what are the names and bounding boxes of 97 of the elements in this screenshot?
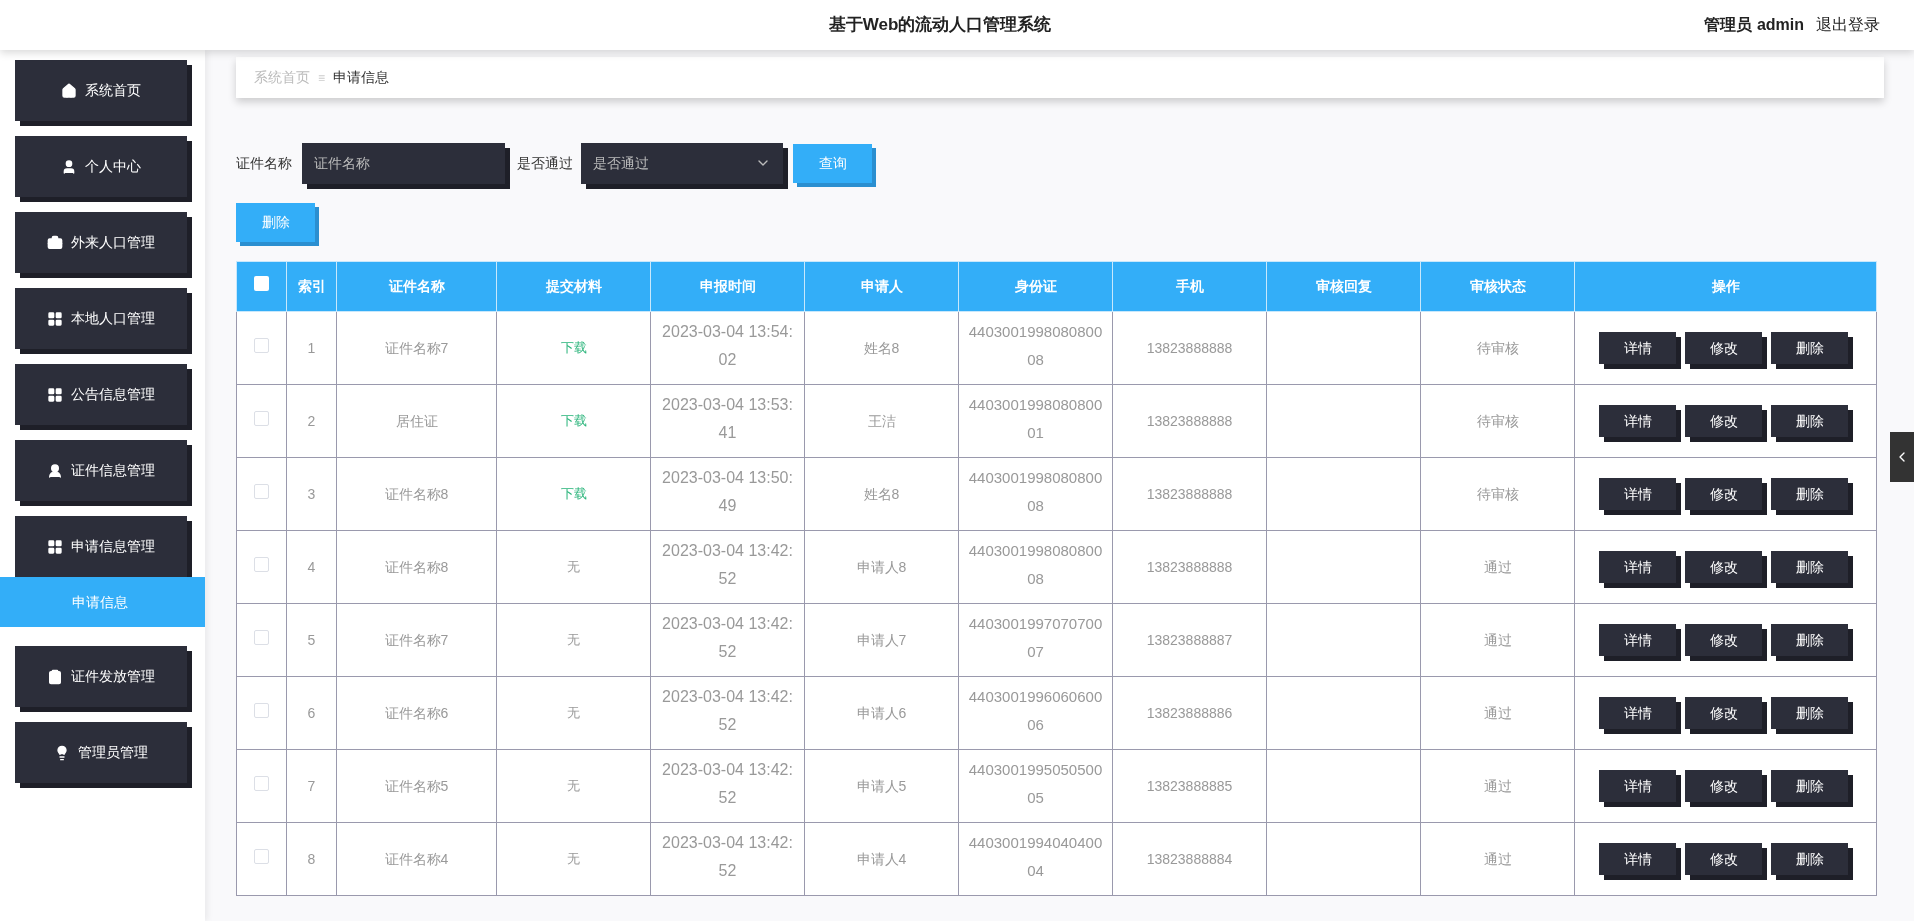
checkbox[interactable] bbox=[254, 556, 269, 572]
table-cell: 440300199707070007 bbox=[958, 603, 1113, 677]
checkbox[interactable] bbox=[254, 483, 269, 499]
grid-icon bbox=[47, 538, 63, 555]
table-cell: 姓名8 bbox=[804, 311, 959, 385]
column-header: 申请人 bbox=[804, 261, 959, 312]
table-cell: 通过 bbox=[1420, 530, 1575, 604]
table-cell: 申请人4 bbox=[804, 822, 959, 896]
table-cell: 证件名称8 bbox=[336, 530, 497, 604]
table-cell: 13823888888 bbox=[1112, 530, 1267, 604]
table-cell: 证件名称6 bbox=[336, 676, 497, 750]
table-cell: 居住证 bbox=[336, 384, 497, 458]
table-cell: 2023-03-04 13:54:02 bbox=[650, 311, 805, 385]
table-cell: 申请人5 bbox=[804, 749, 959, 823]
table-cell: 8 bbox=[286, 822, 337, 896]
column-header: 提交材料 bbox=[496, 261, 651, 312]
table-cell: 通过 bbox=[1420, 822, 1575, 896]
table-cell: 无 bbox=[567, 778, 580, 794]
checkbox[interactable] bbox=[254, 276, 269, 291]
table-cell: 13823888887 bbox=[1112, 603, 1267, 677]
table-cell: 待审核 bbox=[1420, 384, 1575, 458]
table-cell: 申请人6 bbox=[804, 676, 959, 750]
checkbox[interactable] bbox=[254, 702, 269, 718]
table-cell: 2023-03-04 13:42:52 bbox=[650, 530, 805, 604]
table-cell: 2023-03-04 13:50:49 bbox=[650, 457, 805, 531]
table-cell: 无 bbox=[567, 632, 580, 648]
table-cell: 证件名称7 bbox=[336, 311, 497, 385]
field-label: 证件名称 bbox=[236, 153, 292, 173]
table-cell: 13823888886 bbox=[1112, 676, 1267, 750]
table-cell: 440300199808080001 bbox=[958, 384, 1113, 458]
lightbulb-icon bbox=[54, 744, 70, 761]
table-cell: 3 bbox=[286, 457, 337, 531]
home-icon bbox=[61, 82, 77, 99]
table-cell: 5 bbox=[286, 603, 337, 677]
table-cell: 2023-03-04 13:53:41 bbox=[650, 384, 805, 458]
field-label: 是否通过 bbox=[517, 153, 573, 173]
table-cell: 440300199808080008 bbox=[958, 530, 1113, 604]
table-cell: 13823888888 bbox=[1112, 457, 1267, 531]
grid-icon bbox=[47, 386, 63, 403]
table-cell: 姓名8 bbox=[804, 457, 959, 531]
grid-icon bbox=[47, 310, 63, 327]
side-panel-toggle[interactable] bbox=[1890, 432, 1914, 482]
table-cell: 2023-03-04 13:42:52 bbox=[650, 749, 805, 823]
column-header: 申报时间 bbox=[650, 261, 805, 312]
table-cell: 440300199606060006 bbox=[958, 676, 1113, 750]
table-cell: 7 bbox=[286, 749, 337, 823]
column-header: 操作 bbox=[1574, 261, 1877, 312]
table-cell: 2 bbox=[286, 384, 337, 458]
checkbox[interactable] bbox=[254, 775, 269, 791]
column-header: 审核状态 bbox=[1420, 261, 1575, 312]
table-cell: 4 bbox=[286, 530, 337, 604]
checkbox[interactable] bbox=[254, 337, 269, 353]
table-cell: 无 bbox=[567, 559, 580, 575]
user-icon bbox=[47, 462, 63, 479]
column-header: 证件名称 bbox=[336, 261, 497, 312]
table-cell: 440300199505050005 bbox=[958, 749, 1113, 823]
table-cell: 2023-03-04 13:42:52 bbox=[650, 822, 805, 896]
table-cell: 13823888885 bbox=[1112, 749, 1267, 823]
table-cell: 2023-03-04 13:42:52 bbox=[650, 603, 805, 677]
certificate-name-input[interactable]: 证件名称 bbox=[302, 142, 505, 184]
table-cell: 通过 bbox=[1420, 749, 1575, 823]
table-cell: 证件名称8 bbox=[336, 457, 497, 531]
table-cell: 13823888884 bbox=[1112, 822, 1267, 896]
table-cell: 申请人8 bbox=[804, 530, 959, 604]
table-cell: 待审核 bbox=[1420, 311, 1575, 385]
breadcrumb-separator: ≡ bbox=[318, 69, 325, 87]
checkbox[interactable] bbox=[254, 410, 269, 426]
column-header: 索引 bbox=[286, 261, 337, 312]
table-cell: 通过 bbox=[1420, 603, 1575, 677]
checkbox[interactable] bbox=[254, 848, 269, 864]
table-cell: 无 bbox=[567, 705, 580, 721]
table-cell: 440300199404040004 bbox=[958, 822, 1113, 896]
user-icon bbox=[61, 158, 77, 175]
table-cell: 2023-03-04 13:42:52 bbox=[650, 676, 805, 750]
logout-link[interactable]: 退出登录 bbox=[1816, 13, 1880, 37]
checkbox[interactable] bbox=[254, 629, 269, 645]
briefcase-icon bbox=[47, 234, 63, 251]
table-cell: 证件名称5 bbox=[336, 749, 497, 823]
column-header: 手机 bbox=[1112, 261, 1267, 312]
table-cell: 证件名称4 bbox=[336, 822, 497, 896]
table-cell: 证件名称7 bbox=[336, 603, 497, 677]
table-cell: 通过 bbox=[1420, 676, 1575, 750]
breadcrumb-link[interactable]: 申请信息 bbox=[333, 67, 389, 88]
column-header: 身份证 bbox=[958, 261, 1113, 312]
column-header: 审核回复 bbox=[1266, 261, 1421, 312]
table-cell: 无 bbox=[567, 851, 580, 867]
table-cell: 13823888888 bbox=[1112, 384, 1267, 458]
table-cell: 440300199808080008 bbox=[958, 311, 1113, 385]
table-cell: 王洁 bbox=[804, 384, 959, 458]
table-cell: 6 bbox=[286, 676, 337, 750]
admin-username: 管理员 admin bbox=[1704, 15, 1804, 35]
table-cell: 申请人7 bbox=[804, 603, 959, 677]
table-cell: 1 bbox=[286, 311, 337, 385]
table-cell: 13823888888 bbox=[1112, 311, 1267, 385]
table-cell: 待审核 bbox=[1420, 457, 1575, 531]
app-title: 基于Web的流动人口管理系统 bbox=[828, 14, 1052, 37]
table-cell: 440300199808080008 bbox=[958, 457, 1113, 531]
